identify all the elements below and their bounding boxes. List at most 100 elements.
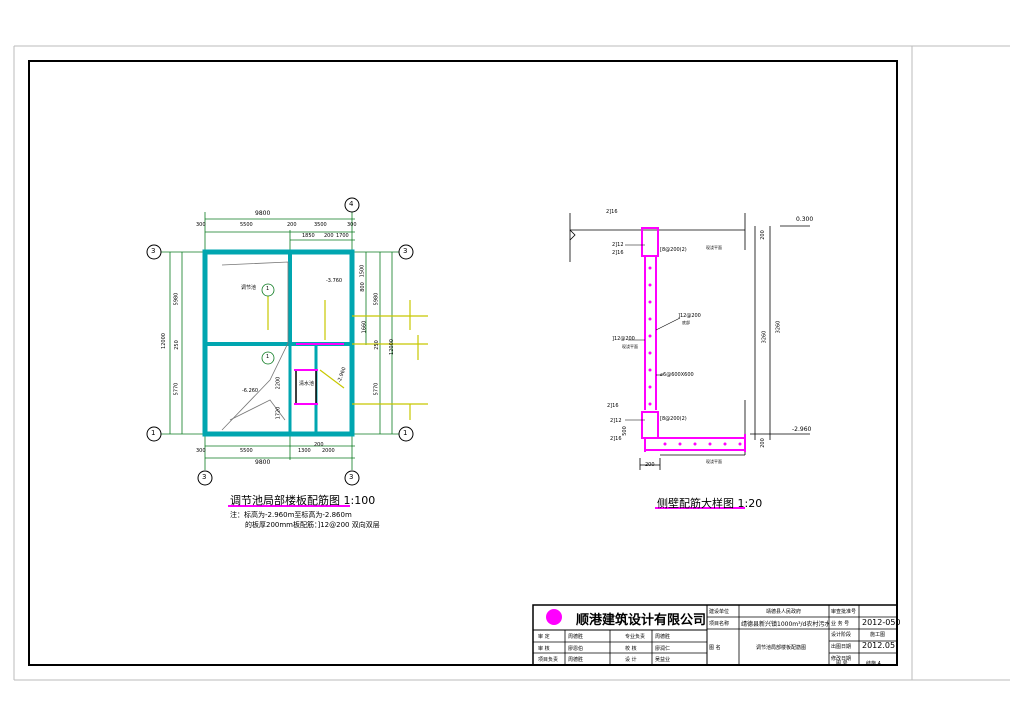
section-mark-2: 1: [266, 354, 270, 360]
company-logo-icon: [546, 609, 562, 625]
detail-dim-1: 200: [759, 230, 766, 240]
dim-bottom-4: 2000: [322, 448, 335, 454]
detail-title: 侧壁配筋大样图 1:20: [657, 497, 763, 510]
detail-label-bar-3: 2]16: [612, 250, 624, 256]
detail-label-wall-bar-inner: ]12@200: [678, 313, 701, 319]
role-review-label: 审 核: [538, 646, 550, 652]
detail-label-floor-1: 现浇平面: [706, 245, 722, 250]
axis-1-right: 1: [403, 429, 408, 437]
detail-label-stirrup-top: [8@200(2): [660, 247, 687, 253]
axis-3-bottom-right: 3: [349, 473, 354, 481]
build-unit-value: 靖德县人民政府: [766, 609, 802, 615]
date-value: 2012.05: [862, 641, 896, 650]
project-label: 项目名称: [709, 621, 730, 627]
dim-right-6: 1660: [361, 320, 368, 334]
role-review-name: 廖恩伯: [568, 646, 584, 652]
dim-top-5: 300: [347, 222, 357, 228]
plan-drawing: [146, 197, 428, 507]
dim-right-5: 800: [359, 282, 366, 292]
stage-label: 设计阶段: [831, 632, 852, 638]
dim-inner-2: 1720: [275, 406, 282, 420]
drawing-name-label: 图 名: [709, 645, 721, 651]
company-name: 顺港建筑设计有限公司: [576, 613, 707, 628]
dim-top-7: 200: [324, 233, 334, 239]
plan-note-line-2: 的板厚200mm板配筋：]12@200 双向双层: [245, 521, 380, 529]
detail-label-tie: ⌀6@600X600: [660, 372, 694, 378]
room-label-regulating-pool: 调节池: [241, 285, 257, 291]
role-discipline-name: 周德胜: [655, 634, 671, 640]
plan-title: 调节池局部楼板配筋图 1:100: [230, 494, 376, 507]
axis-3-right: 3: [403, 247, 408, 255]
dim-left-2: 250: [173, 340, 180, 350]
drawing-canvas: [13, 45, 1010, 681]
axis-3-bottom-left: 3: [202, 473, 207, 481]
detail-drawing: [569, 213, 810, 509]
detail-label-bottom-bar-3: 2]16: [610, 436, 622, 442]
dim-bottom-2: 5500: [240, 448, 253, 454]
detail-label-wall-bar-outer: ]12@200: [612, 336, 635, 342]
date-label: 出图日期: [831, 644, 852, 650]
section-mark-1: 1: [266, 286, 270, 292]
drawing-frame: [28, 60, 898, 666]
clean-water-box: [295, 369, 317, 405]
dim-top-6: 1850: [302, 233, 315, 239]
job-no-label: 业 务 号: [831, 621, 850, 627]
dim-bottom-1: 300: [196, 448, 206, 454]
review-no-label: 审查批准号: [831, 609, 857, 615]
detail-dim-3: 3260: [761, 330, 768, 344]
axis-4-top: 4: [349, 200, 354, 208]
dim-top-8: 1700: [336, 233, 349, 239]
detail-label-bottom: 底部: [682, 320, 690, 325]
role-discipline-label: 专业负责: [625, 634, 646, 640]
dim-left-1: 5980: [173, 292, 180, 306]
dim-top-overall: 9800: [255, 210, 271, 217]
axis-3-left: 3: [151, 247, 156, 255]
elev-label-1: -3.760: [326, 278, 343, 284]
dim-right-2: 250: [373, 340, 380, 350]
build-unit-label: 建设单位: [709, 609, 730, 615]
dim-right-4: 1500: [359, 264, 366, 278]
dim-right-3: 5770: [373, 382, 380, 396]
role-project-name: 周德胜: [568, 657, 584, 663]
dim-right-overall: 12000: [388, 339, 395, 355]
dim-left-3: 5770: [173, 382, 180, 396]
stage-value: 施工图: [870, 632, 886, 638]
dim-top-3: 200: [287, 222, 297, 228]
detail-elev-top: 0.300: [796, 216, 814, 223]
detail-label-bottom-bar-2: 2]12: [610, 418, 622, 424]
project-value: 靖德县新兴镇1000m³/d农村污水治理工程: [741, 621, 829, 628]
dim-right-1: 5980: [373, 292, 380, 306]
drawing-sheet: 9800 300 5500 200 3500 300 1850 200 1700…: [0, 0, 1024, 724]
role-approve-name: 周德胜: [568, 634, 584, 640]
detail-dim-5: 500: [621, 426, 628, 436]
detail-dim-2: 200: [759, 438, 766, 448]
detail-label-floor-3: 现浇平面: [706, 459, 722, 464]
detail-elev-bottom: -2.960: [792, 426, 812, 433]
detail-label-floor-2: 现浇平面: [622, 344, 638, 349]
role-design-name: 吴益业: [655, 657, 671, 663]
dim-bottom-5: 1300: [298, 448, 311, 454]
axis-1-left: 1: [151, 429, 156, 437]
role-check-name: 廖润仁: [655, 646, 671, 652]
drawing-name-value: 调节池局部楼板配筋图: [756, 645, 807, 651]
dim-inner-1: 2200: [275, 376, 282, 390]
role-design-label: 设 计: [625, 657, 637, 663]
role-approve-label: 审 定: [538, 634, 550, 640]
job-no-value: 2012-050: [862, 618, 901, 627]
elev-label-2: -6.260: [242, 388, 259, 394]
role-project-label: 项目负责: [538, 657, 559, 663]
detail-label-top-bar: 2]16: [606, 209, 618, 215]
detail-label-bar-2: 2]12: [612, 242, 624, 248]
role-check-label: 校 核: [625, 646, 637, 652]
sheet-no-label: 图 号: [836, 661, 848, 667]
dim-top-2: 5500: [240, 222, 253, 228]
dim-top-4: 3500: [314, 222, 327, 228]
room-label-clean-water: 清水池: [299, 381, 315, 387]
sheet-no-value: 结施 4: [866, 661, 881, 667]
dim-left-overall: 12000: [160, 333, 167, 349]
detail-dim-4: 3260: [775, 320, 782, 334]
plan-note-line-1: 注：标高为-2.960m至标高为-2.860m: [230, 511, 352, 519]
detail-dim-6: 200: [645, 462, 655, 468]
detail-label-bottom-bar-1: 2]16: [607, 403, 619, 409]
dim-top-1: 300: [196, 222, 206, 228]
